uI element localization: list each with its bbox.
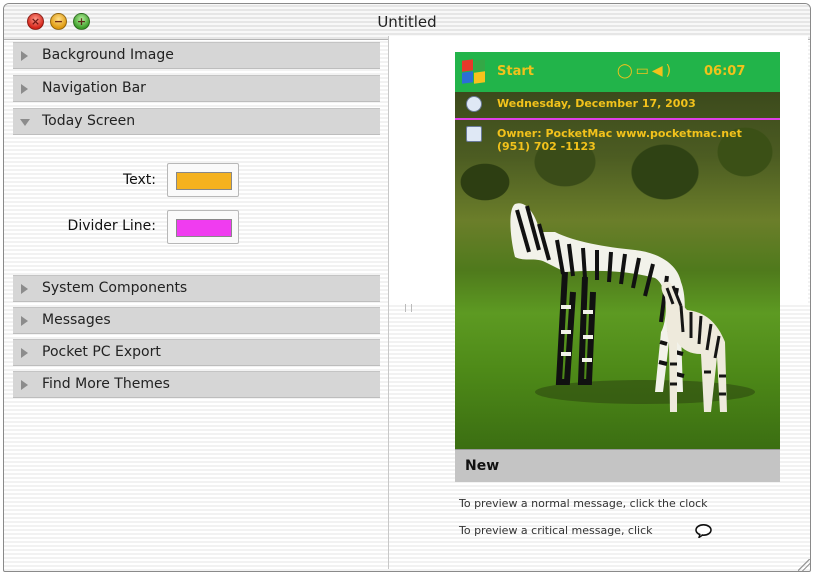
section-label: Messages <box>42 312 111 328</box>
text-color-well[interactable] <box>167 163 239 197</box>
section-label: Find More Themes <box>42 376 170 392</box>
theme-settings-panel: Background Image Navigation Bar Today Sc… <box>13 42 380 562</box>
new-menu-button[interactable]: New <box>465 458 499 474</box>
divider-color-swatch <box>176 219 232 237</box>
text-color-swatch <box>176 172 232 190</box>
section-label: Navigation Bar <box>42 80 146 96</box>
resize-grip[interactable] <box>798 559 810 571</box>
divider-color-label: Divider Line: <box>67 218 156 234</box>
disclosure-down-icon <box>20 119 30 126</box>
normal-message-hint: To preview a normal message, click the c… <box>459 497 708 510</box>
volume-icon[interactable]: ◀) <box>652 63 674 79</box>
title-bar: × − + Untitled <box>4 4 810 40</box>
disclosure-right-icon <box>21 348 28 358</box>
windows-logo-icon[interactable] <box>461 59 487 85</box>
section-find-more-themes[interactable]: Find More Themes <box>13 371 380 398</box>
owner-text: Owner: PocketMac www.pocketmac.net <box>497 127 742 140</box>
owner-phone-text: (951) 702 -1123 <box>497 140 596 153</box>
pocket-pc-preview: Start ◯▭◀) 06:07 Wednesday, December 17,… <box>455 52 780 482</box>
section-system-components[interactable]: System Components <box>13 275 380 302</box>
message-icon[interactable]: ◯ <box>617 63 636 79</box>
clock[interactable]: 06:07 <box>704 64 745 79</box>
start-label[interactable]: Start <box>497 64 534 79</box>
disclosure-right-icon <box>21 380 28 390</box>
section-today-screen[interactable]: Today Screen <box>13 108 380 135</box>
section-messages[interactable]: Messages <box>13 307 380 334</box>
section-label: Pocket PC Export <box>42 344 161 360</box>
section-label: System Components <box>42 280 188 296</box>
pocket-menu-bar: New <box>455 449 780 482</box>
disclosure-right-icon <box>21 316 28 326</box>
background-photo: Wednesday, December 17, 2003 Owner: Pock… <box>455 92 780 449</box>
text-color-label: Text: <box>122 172 156 188</box>
today-date-row[interactable]: Wednesday, December 17, 2003 <box>455 92 780 116</box>
owner-card-icon <box>466 126 482 142</box>
calendar-clock-icon <box>466 96 482 112</box>
critical-message-hint: To preview a critical message, click <box>459 524 653 537</box>
divider-color-well[interactable] <box>167 210 239 244</box>
disclosure-right-icon <box>21 284 28 294</box>
section-navigation-bar[interactable]: Navigation Bar <box>13 75 380 102</box>
section-pocket-pc-export[interactable]: Pocket PC Export <box>13 339 380 366</box>
disclosure-right-icon <box>21 51 28 61</box>
status-icons: ◯▭◀) <box>617 63 674 79</box>
section-label: Background Image <box>42 47 174 63</box>
section-label: Today Screen <box>42 113 136 129</box>
disclosure-right-icon <box>21 84 28 94</box>
start-bar: Start ◯▭◀) 06:07 <box>455 52 780 92</box>
battery-icon: ▭ <box>635 63 652 79</box>
section-background-image[interactable]: Background Image <box>13 42 380 69</box>
window-title: Untitled <box>377 13 437 31</box>
today-date-text: Wednesday, December 17, 2003 <box>497 97 696 110</box>
today-divider-line <box>455 118 780 120</box>
speech-bubble-icon[interactable] <box>695 524 712 538</box>
